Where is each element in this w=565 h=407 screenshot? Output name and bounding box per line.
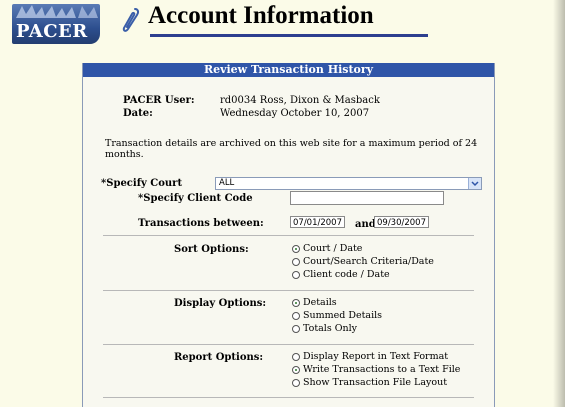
radio-label: Totals Only bbox=[303, 323, 358, 334]
display-options-label: Display Options: bbox=[174, 298, 267, 309]
divider bbox=[103, 290, 474, 291]
court-select-value: ALL bbox=[219, 178, 235, 188]
radio-button[interactable] bbox=[292, 270, 300, 279]
date-label: Date: bbox=[123, 108, 153, 119]
eagle-emblem-icon bbox=[16, 5, 98, 18]
radio-label: Client code / Date bbox=[303, 269, 390, 280]
radio-button[interactable] bbox=[292, 365, 300, 374]
client-code-label: *Specify Client Code bbox=[138, 193, 253, 204]
radio-label: Details bbox=[303, 297, 337, 308]
report-option-write-text-file[interactable]: Write Transactions to a Text File bbox=[292, 364, 460, 375]
review-transaction-panel: Review Transaction History PACER User: r… bbox=[82, 63, 495, 407]
radio-button[interactable] bbox=[292, 352, 300, 361]
radio-label: Summed Details bbox=[303, 310, 383, 321]
client-code-input[interactable] bbox=[290, 191, 444, 205]
display-option-totals-only[interactable]: Totals Only bbox=[292, 323, 357, 334]
to-date-input[interactable]: 09/30/2007 bbox=[374, 216, 429, 228]
pacer-user-label: PACER User: bbox=[123, 95, 195, 106]
divider bbox=[103, 344, 474, 345]
radio-button[interactable] bbox=[292, 378, 300, 387]
radio-label: Court/Search Criteria/Date bbox=[303, 256, 434, 267]
radio-button[interactable] bbox=[292, 324, 300, 333]
archive-note: Transaction details are archived on this… bbox=[105, 138, 478, 160]
radio-button[interactable] bbox=[292, 244, 300, 253]
radio-label: Show Transaction File Layout bbox=[303, 377, 448, 388]
display-option-summed-details[interactable]: Summed Details bbox=[292, 310, 382, 321]
pacer-logo: PACER bbox=[12, 4, 100, 44]
pacer-user-value: rd0034 Ross, Dixon & Masback bbox=[220, 95, 380, 106]
panel-heading: Review Transaction History bbox=[83, 63, 494, 77]
report-option-file-layout[interactable]: Show Transaction File Layout bbox=[292, 377, 447, 388]
radio-label: Display Report in Text Format bbox=[303, 351, 449, 362]
court-select[interactable]: ALL bbox=[215, 177, 482, 190]
sort-option-court-date[interactable]: Court / Date bbox=[292, 243, 362, 254]
date-value: Wednesday October 10, 2007 bbox=[220, 108, 370, 119]
sort-option-client-date[interactable]: Client code / Date bbox=[292, 269, 390, 280]
window-shadow bbox=[553, 0, 565, 407]
divider bbox=[103, 397, 474, 398]
paperclip-icon bbox=[122, 8, 140, 32]
pacer-logo-text: PACER bbox=[16, 21, 88, 42]
from-date-input[interactable]: 07/01/2007 bbox=[290, 216, 345, 228]
report-options-label: Report Options: bbox=[174, 352, 264, 363]
radio-label: Court / Date bbox=[303, 243, 363, 254]
radio-button[interactable] bbox=[292, 257, 300, 266]
transactions-between-label: Transactions between: bbox=[138, 218, 264, 229]
page-header: PACER Account Information bbox=[0, 0, 565, 44]
radio-button[interactable] bbox=[292, 298, 300, 307]
sort-option-court-search-date[interactable]: Court/Search Criteria/Date bbox=[292, 256, 434, 267]
title-underline bbox=[150, 34, 428, 37]
radio-button[interactable] bbox=[292, 311, 300, 320]
radio-label: Write Transactions to a Text File bbox=[303, 364, 461, 375]
report-option-text-format[interactable]: Display Report in Text Format bbox=[292, 351, 448, 362]
and-label: and bbox=[355, 219, 376, 230]
divider bbox=[103, 235, 474, 236]
display-option-details[interactable]: Details bbox=[292, 297, 337, 308]
sort-options-label: Sort Options: bbox=[174, 244, 249, 255]
specify-court-label: *Specify Court bbox=[101, 178, 183, 189]
page-title: Account Information bbox=[148, 2, 374, 29]
chevron-down-icon[interactable] bbox=[468, 178, 481, 189]
